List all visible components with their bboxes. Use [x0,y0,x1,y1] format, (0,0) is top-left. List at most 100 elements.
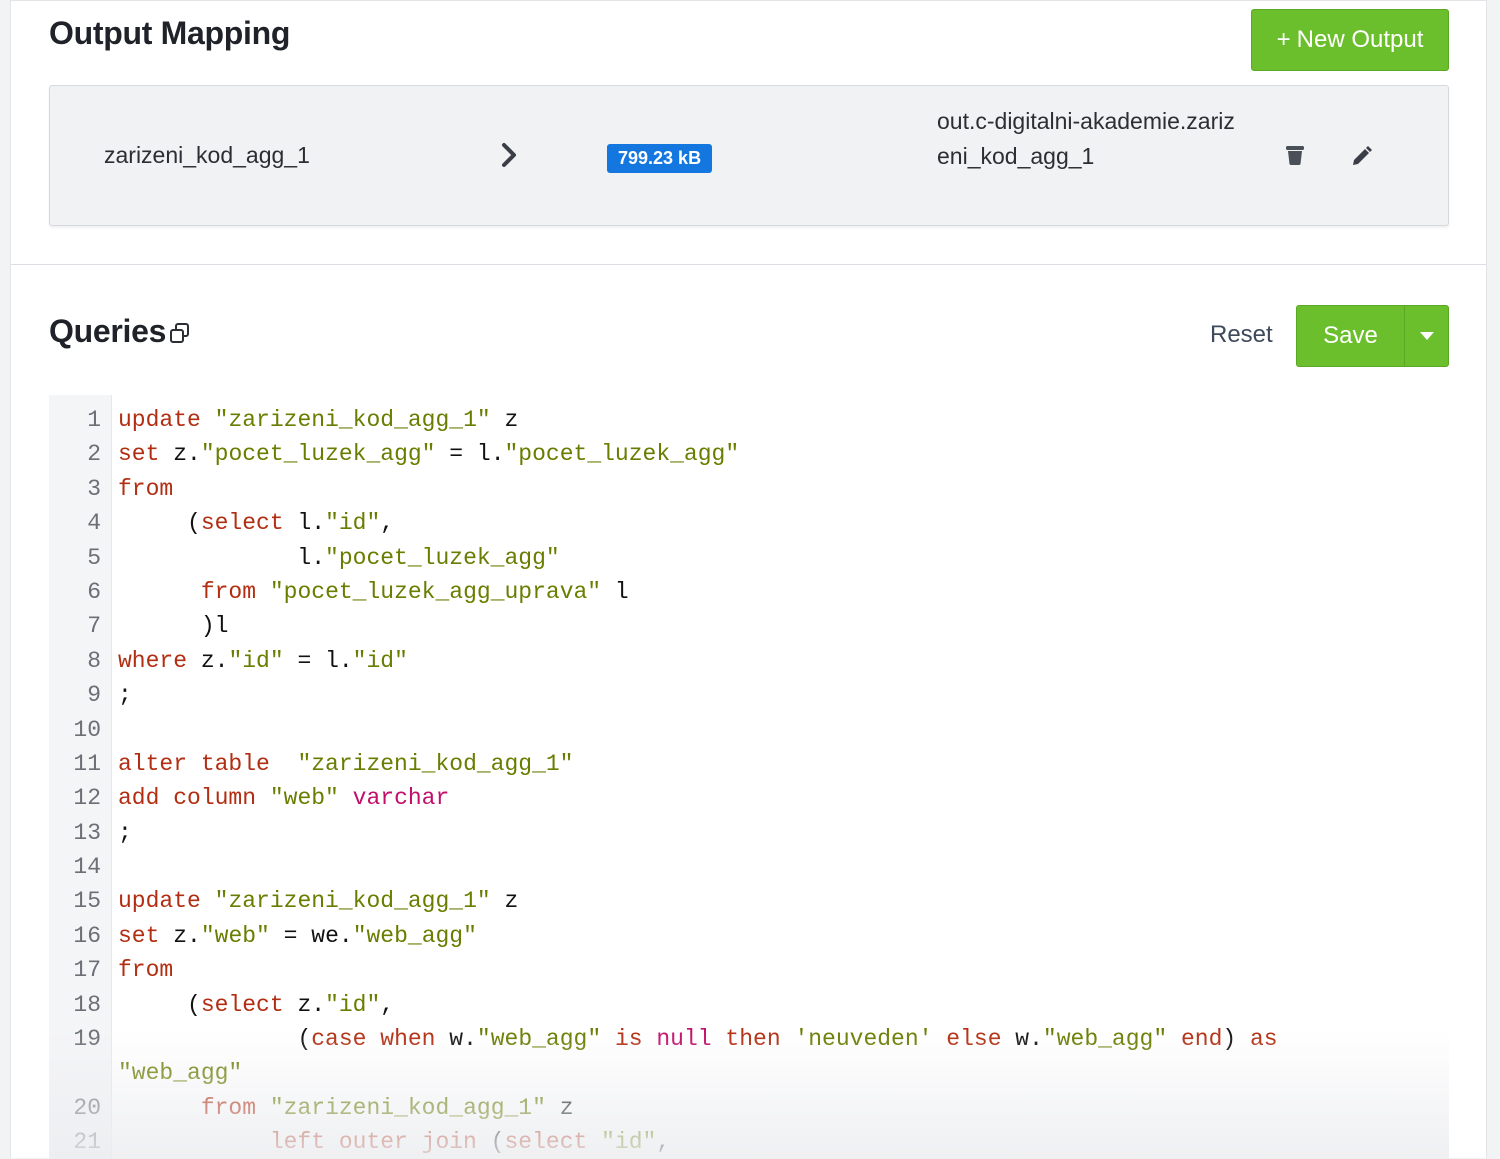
line-number: 19 [73,1026,101,1053]
code-string: 'neuveden' [794,1026,933,1053]
new-output-button[interactable]: + New Output [1251,9,1449,71]
code-content: (case when w."web_agg" is null then 'neu… [118,1022,1418,1091]
code-line[interactable]: 9; [49,678,1449,712]
code-line[interactable]: 1 update "zarizeni_kod_agg_1" z [49,403,1449,437]
code-keyword: case when [311,1026,436,1053]
save-button-group: Save [1296,305,1449,367]
code-content: (select z."id", [118,988,1418,1022]
line-number: 18 [73,991,101,1018]
code-text: l [601,578,629,605]
caret-down-icon [1419,332,1434,340]
code-line[interactable]: 20 from "zarizeni_kod_agg_1" z [49,1091,1449,1125]
code-string: "zarizeni_kod_agg_1" [269,1094,546,1121]
code-line[interactable]: 2 set z."pocet_luzek_agg" = l."pocet_luze… [49,437,1449,471]
destination-table-name[interactable]: out.c-digitalni-akademie.zarizeni_kod_ag… [937,104,1237,174]
code-string: "zarizeni_kod_agg_1" [214,888,491,915]
code-keyword: from [118,475,174,502]
line-number: 7 [87,613,101,640]
code-line[interactable]: 11 alter table "zarizeni_kod_agg_1" [49,747,1449,781]
code-lines: 1 update "zarizeni_kod_agg_1" z 2 set z."po… [49,403,1449,1159]
code-string: "zarizeni_kod_agg_1" [297,750,574,777]
code-keyword: select [200,991,284,1018]
line-number: 17 [73,957,101,984]
code-keyword: is [614,1026,643,1053]
code-string: "id" [325,510,381,537]
code-line[interactable]: 14 [49,850,1449,884]
code-text: w. [435,1026,477,1053]
trash-icon[interactable] [1285,144,1305,166]
copy-icon[interactable] [169,322,191,344]
code-line[interactable]: 3 from [49,472,1449,506]
code-text: , [380,991,395,1018]
section-divider [11,264,1486,265]
pencil-icon[interactable] [1350,144,1374,168]
reset-button[interactable]: Reset [1210,321,1273,349]
code-keyword: add column [118,785,257,812]
code-content: left outer join (select "id", [118,1125,1418,1159]
code-content: set z."pocet_luzek_agg" = l."pocet_luzek… [118,437,1418,471]
code-line[interactable]: 10 [49,713,1449,747]
sql-code-editor[interactable]: 1 update "zarizeni_kod_agg_1" z 2 set z."po… [49,395,1449,1159]
code-string: "zarizeni_kod_agg_1" [214,407,491,433]
code-line[interactable]: 8 where z."id" = l."id" [49,644,1449,678]
save-dropdown-toggle[interactable] [1405,306,1448,366]
code-line[interactable]: 4 (select l."id", [49,506,1449,540]
code-line[interactable]: 21 left outer join (select "id", [49,1125,1449,1159]
code-keyword: then [725,1026,781,1053]
plus-icon: + [1276,26,1291,53]
code-text: l. [283,510,326,537]
line-number: 10 [73,716,101,743]
code-content: set z."web" = we."web_agg" [118,919,1418,953]
chevron-right-icon [502,143,516,167]
code-keyword: select [504,1129,588,1156]
output-mapping-row[interactable]: zarizeni_kod_agg_1 799.23 kB out.c-digit… [49,85,1449,226]
code-string: "pocet_luzek_agg" [504,441,740,468]
code-text: l. [118,544,326,571]
code-text: z. [159,922,201,949]
line-number: 20 [73,1094,101,1121]
code-keyword: set [118,922,160,949]
code-string: "web" [200,922,270,949]
line-number: 14 [73,854,101,881]
code-line[interactable]: 19 (case when w."web_agg" is null then '… [49,1022,1449,1091]
code-content: from [118,953,1418,987]
code-content: ; [118,678,1418,712]
code-line[interactable]: 5 l."pocet_luzek_agg" [49,541,1449,575]
code-content: l."pocet_luzek_agg" [118,541,1418,575]
code-line[interactable]: 7 )l [49,609,1449,643]
code-keyword: update [118,407,201,433]
line-number: 5 [87,544,101,571]
code-line[interactable]: 12 add column "web" varchar [49,781,1449,815]
code-keyword: alter table [118,750,270,777]
code-keyword: else [946,1026,1002,1053]
code-line[interactable]: 13; [49,816,1449,850]
code-line[interactable]: 6 from "pocet_luzek_agg_uprava" l [49,575,1449,609]
code-content: ; [118,816,1418,850]
code-string: "pocet_luzek_agg_uprava" [269,578,602,605]
code-line[interactable]: 16 set z."web" = we."web_agg" [49,919,1449,953]
code-keyword: from [200,578,257,605]
code-line[interactable]: 18 (select z."id", [49,988,1449,1022]
code-keyword: from [200,1094,257,1121]
code-line[interactable]: 17 from [49,953,1449,987]
code-text: z [490,888,519,915]
code-line[interactable]: 15 update "zarizeni_kod_agg_1" z [49,884,1449,918]
code-string: "pocet_luzek_agg" [200,441,436,468]
code-text: ; [118,682,132,709]
code-keyword: end [1180,1026,1223,1053]
line-number: 11 [73,750,101,777]
code-content: add column "web" varchar [118,781,1418,815]
code-string: "id" [352,647,408,674]
code-content: (select l."id", [118,506,1418,540]
code-string: "web_agg" [352,922,477,949]
queries-title-text: Queries [49,313,167,349]
save-button[interactable]: Save [1297,306,1405,366]
